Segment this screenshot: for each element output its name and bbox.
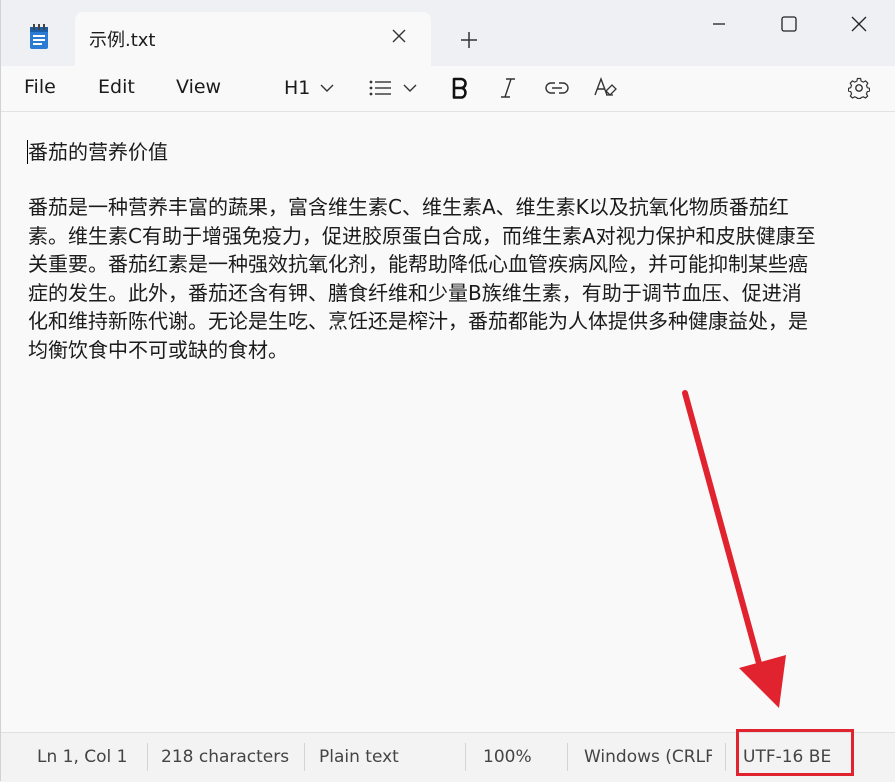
chevron-down-icon xyxy=(320,84,334,92)
tab-document[interactable]: 示例.txt xyxy=(75,12,431,66)
notepad-window: 示例.txt File Edit View H1 番茄的营养价值 番茄是一种营养… xyxy=(0,0,895,782)
document-line: 均衡饮食中不可或缺的食材。 xyxy=(28,337,288,362)
maximize-icon[interactable] xyxy=(773,10,805,38)
settings-button[interactable] xyxy=(848,74,870,102)
status-position: Ln 1, Col 1 xyxy=(37,747,128,767)
italic-button[interactable] xyxy=(499,74,517,102)
clear-format-button[interactable] xyxy=(593,74,617,102)
status-divider xyxy=(567,743,568,771)
link-button[interactable] xyxy=(545,74,569,102)
title-bar: 示例.txt xyxy=(1,0,895,66)
link-icon xyxy=(545,82,569,94)
menu-file[interactable]: File xyxy=(24,76,56,98)
menu-view[interactable]: View xyxy=(176,76,221,98)
status-divider xyxy=(465,743,466,771)
document-line: 关重要。番茄红素是一种强效抗氧化剂，能帮助降低心血管疾病风险，并可能抑制某些癌 xyxy=(28,252,808,276)
status-line-ending[interactable]: Windows (CRLF) xyxy=(584,747,712,767)
menu-bar: File Edit View H1 xyxy=(1,66,895,112)
document-body: 番茄是一种营养丰富的蔬果，富含维生素C、维生素A、维生素K以及抗氧化物质番茄红 … xyxy=(28,193,888,364)
status-character-count: 218 characters xyxy=(161,747,290,767)
status-divider xyxy=(304,743,305,771)
list-dropdown[interactable] xyxy=(369,74,417,102)
heading-label: H1 xyxy=(284,77,311,99)
document-line: 素。维生素C有助于增强免疫力，促进胶原蛋白合成，而维生素A对视力保护和皮肤健康至 xyxy=(28,223,816,248)
list-icon xyxy=(369,80,391,96)
document-line: 番茄是一种营养丰富的蔬果，富含维生素C、维生素A、维生素K以及抗氧化物质番茄红 xyxy=(28,195,789,219)
document-line: 化和维持新陈代谢。无论是生吃、烹饪还是榨汁，番茄都能为人体提供多种健康益处，是 xyxy=(28,309,808,333)
italic-icon xyxy=(501,78,515,98)
bold-icon xyxy=(452,77,467,99)
bold-button[interactable] xyxy=(451,74,469,102)
gear-icon xyxy=(848,77,870,99)
close-icon[interactable] xyxy=(387,24,411,48)
document-line: 症的发生。此外，番茄还含有钾、膳食纤维和少量B族维生素，有助于调节血压、促进消 xyxy=(28,280,802,305)
document-heading: 番茄的营养价值 xyxy=(28,140,168,164)
heading-dropdown[interactable]: H1 xyxy=(284,74,334,102)
status-divider xyxy=(147,743,148,771)
notepad-icon xyxy=(30,24,48,49)
plus-icon[interactable] xyxy=(457,28,481,52)
chevron-down-icon xyxy=(403,84,417,92)
minimize-icon[interactable] xyxy=(703,10,735,38)
window-close-icon[interactable] xyxy=(843,10,875,38)
status-encoding[interactable]: UTF-16 BE xyxy=(743,747,831,767)
status-zoom[interactable]: 100% xyxy=(483,747,532,767)
status-divider xyxy=(725,743,726,771)
status-format[interactable]: Plain text xyxy=(319,747,399,767)
status-bar: Ln 1, Col 1 218 characters Plain text 10… xyxy=(1,732,895,782)
tab-title: 示例.txt xyxy=(89,30,156,51)
clear-format-icon xyxy=(594,77,617,96)
menu-edit[interactable]: Edit xyxy=(98,76,135,98)
